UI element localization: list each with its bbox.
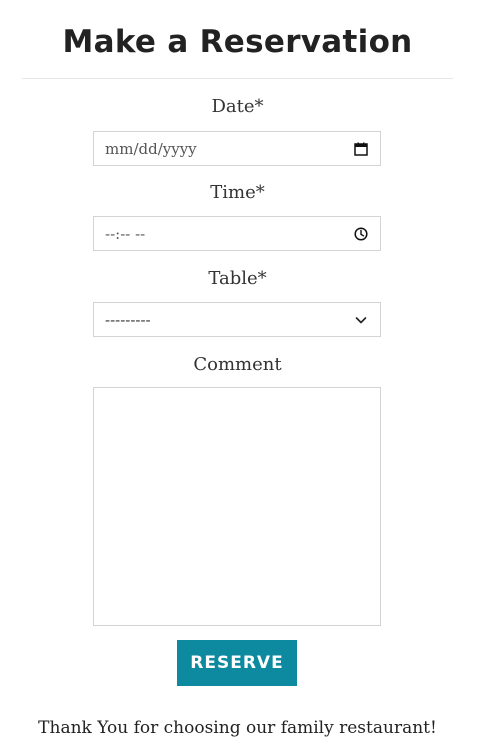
table-label: Table* xyxy=(208,268,267,289)
page-title: Make a Reservation xyxy=(62,24,413,60)
thank-you-message: Thank You for choosing our family restau… xyxy=(38,718,437,738)
table-select-value: --------- xyxy=(105,311,151,329)
date-input-value: mm/dd/yyyy xyxy=(105,140,197,158)
time-input-value: --:-- -- xyxy=(105,225,146,243)
title-divider xyxy=(22,78,453,79)
date-input[interactable]: mm/dd/yyyy xyxy=(93,131,381,166)
chevron-down-icon[interactable] xyxy=(354,313,368,327)
time-label: Time* xyxy=(210,182,265,203)
comment-textarea[interactable] xyxy=(93,387,381,626)
clock-icon[interactable] xyxy=(354,227,368,241)
time-input[interactable]: --:-- -- xyxy=(93,216,381,251)
comment-label: Comment xyxy=(193,354,282,375)
calendar-icon[interactable] xyxy=(354,142,368,156)
table-select[interactable]: --------- xyxy=(93,302,381,337)
reserve-button[interactable]: RESERVE xyxy=(177,640,297,686)
date-label: Date* xyxy=(211,96,264,117)
